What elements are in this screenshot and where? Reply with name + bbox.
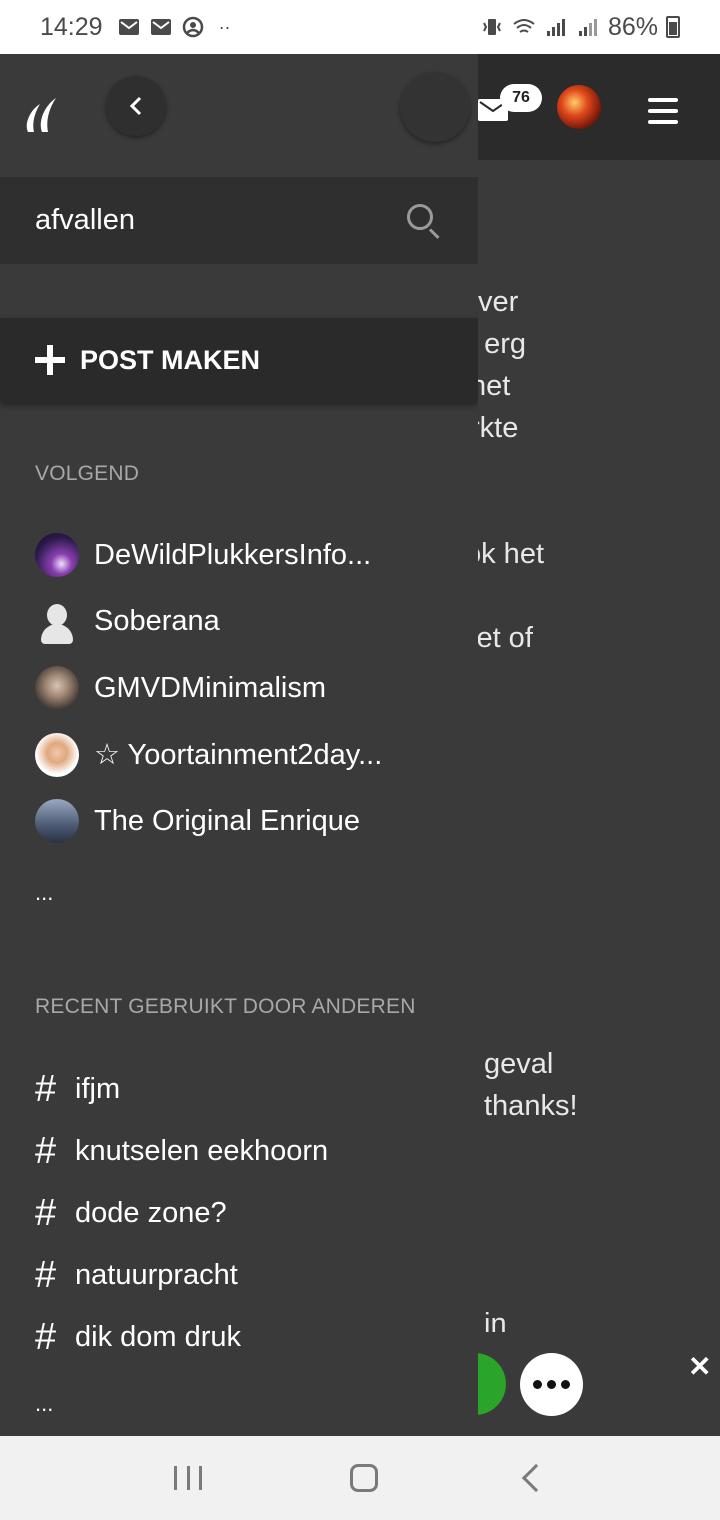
- following-list: DeWildPlukkersInfo... Soberana GMVDMinim…: [35, 522, 465, 855]
- tag-label: natuurpracht: [75, 1258, 238, 1291]
- tag-label: ifjm: [75, 1072, 121, 1105]
- account-circle-icon: [181, 16, 205, 38]
- battery-icon: [666, 16, 680, 38]
- signal-icon: [544, 17, 568, 37]
- user-avatar[interactable]: [557, 85, 601, 129]
- following-item[interactable]: The Original Enrique: [35, 788, 465, 855]
- gmail-icon: [117, 17, 141, 37]
- following-more-link[interactable]: ...: [35, 880, 53, 906]
- navigation-drawer: afvallen POST MAKEN VOLGEND DeWildPlukke…: [0, 54, 478, 1436]
- hashtag-icon: #: [35, 1191, 57, 1234]
- chevron-left-icon: [129, 96, 142, 116]
- tag-label: dode zone?: [75, 1196, 227, 1229]
- drawer-header: [0, 54, 478, 177]
- background-text-line: geval: [484, 1048, 554, 1080]
- avatar: [35, 666, 79, 711]
- following-name: Soberana: [94, 605, 220, 638]
- share-bar: [478, 1332, 720, 1436]
- app-logo[interactable]: [20, 94, 60, 134]
- search-bar[interactable]: afvallen: [0, 177, 478, 264]
- following-item[interactable]: DeWildPlukkersInfo...: [35, 522, 465, 589]
- recent-tag-item[interactable]: # knutselen eekhoorn: [35, 1120, 465, 1182]
- screen: 14:29 ·· 86% ver t erg het rkte ok het i…: [0, 0, 720, 1520]
- search-input[interactable]: afvallen: [35, 204, 405, 237]
- system-navigation-bar: [0, 1436, 720, 1520]
- following-item[interactable]: ☆ Yoortainment2day...: [35, 722, 465, 789]
- hashtag-icon: #: [35, 1315, 57, 1358]
- recent-tags-list: # ifjm # knutselen eekhoorn # dode zone?…: [35, 1058, 465, 1368]
- more-options-button[interactable]: [520, 1353, 583, 1416]
- home-icon[interactable]: [350, 1464, 378, 1492]
- avatar: [35, 732, 79, 777]
- recent-section-label: RECENT GEBRUIKT DOOR ANDEREN: [35, 995, 416, 1018]
- recent-tag-item[interactable]: # natuurpracht: [35, 1244, 465, 1306]
- menu-icon[interactable]: [648, 98, 678, 124]
- following-item[interactable]: Soberana: [35, 589, 465, 656]
- background-text-line: thanks!: [484, 1090, 578, 1122]
- search-icon[interactable]: [405, 202, 443, 240]
- recent-tag-item[interactable]: # dik dom druk: [35, 1306, 465, 1368]
- mail-count-badge: 76: [500, 84, 542, 112]
- wifi-icon: [512, 17, 536, 37]
- dot-icon: [533, 1380, 542, 1389]
- create-post-label: POST MAKEN: [80, 344, 261, 375]
- status-time: 14:29: [40, 12, 103, 41]
- tag-label: knutselen eekhoorn: [75, 1134, 329, 1167]
- avatar: [35, 533, 79, 578]
- battery-percent: 86%: [607, 12, 658, 41]
- recent-tag-item[interactable]: # dode zone?: [35, 1182, 465, 1244]
- recent-more-link[interactable]: ...: [35, 1391, 53, 1417]
- back-button[interactable]: [106, 76, 166, 136]
- signal-icon: [576, 17, 600, 37]
- close-share-bar-button[interactable]: ✕: [688, 1350, 711, 1383]
- following-name: DeWildPlukkersInfo...: [94, 538, 372, 571]
- dot-icon: [561, 1380, 570, 1389]
- recent-apps-icon[interactable]: [174, 1466, 202, 1490]
- vibrate-icon: [480, 17, 504, 37]
- background-text-line: ver: [478, 286, 519, 318]
- hashtag-icon: #: [35, 1129, 57, 1172]
- avatar: [35, 599, 79, 644]
- hashtag-icon: #: [35, 1253, 57, 1296]
- background-text-line: iet of: [470, 622, 533, 654]
- more-dots-icon: ··: [218, 16, 231, 37]
- profile-button[interactable]: [400, 72, 470, 142]
- following-name: GMVDMinimalism: [94, 671, 326, 704]
- avatar: [35, 799, 79, 844]
- following-item[interactable]: GMVDMinimalism: [35, 655, 465, 722]
- gmail-icon: [149, 17, 173, 37]
- create-post-button[interactable]: POST MAKEN: [0, 318, 478, 402]
- hashtag-icon: #: [35, 1067, 57, 1110]
- plus-icon: [35, 345, 65, 375]
- back-icon[interactable]: [521, 1463, 551, 1493]
- status-left-icons: ··: [117, 16, 237, 38]
- tag-label: dik dom druk: [75, 1320, 242, 1353]
- following-name: ☆ Yoortainment2day...: [94, 739, 383, 772]
- following-name: The Original Enrique: [94, 804, 360, 837]
- following-section-label: VOLGEND: [35, 462, 140, 485]
- status-bar: 14:29 ·· 86%: [0, 0, 720, 54]
- status-right-icons: 86%: [480, 13, 680, 42]
- recent-tag-item[interactable]: # ifjm: [35, 1058, 465, 1120]
- dot-icon: [547, 1380, 556, 1389]
